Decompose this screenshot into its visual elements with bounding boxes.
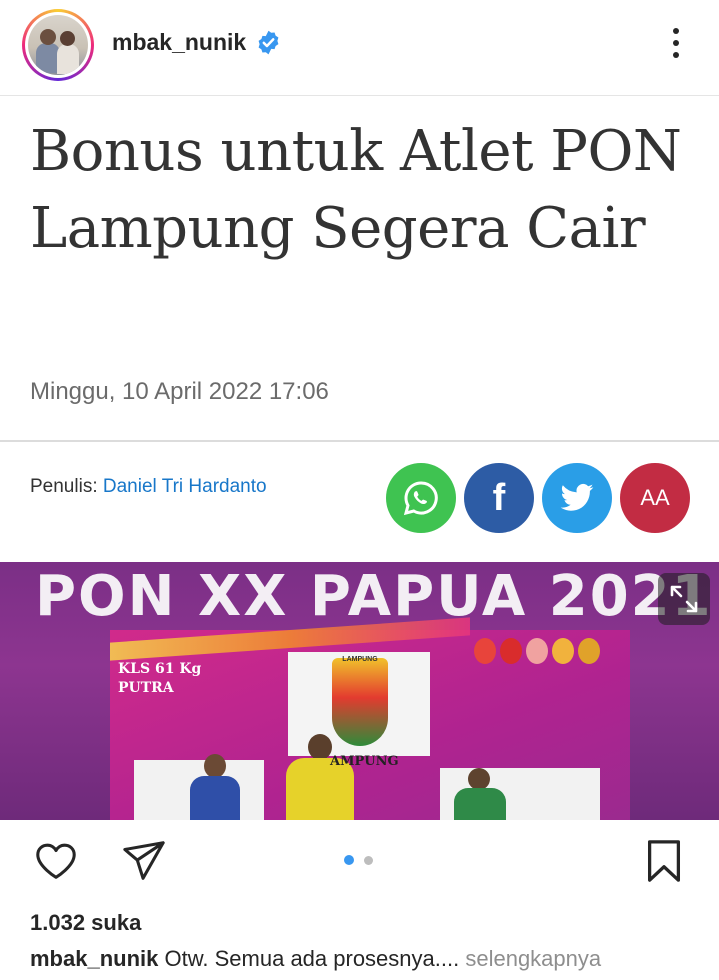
athlete-center: [282, 734, 358, 820]
twitter-icon: [560, 483, 594, 511]
caption-text: Otw. Semua ada prosesnya....: [164, 946, 460, 971]
facebook-icon: f: [492, 476, 506, 519]
carousel-dot-active: [344, 855, 354, 865]
caption-username[interactable]: mbak_nunik: [30, 946, 158, 971]
avatar-photo: [28, 15, 88, 75]
shield-label: LAMPUNG: [342, 656, 378, 663]
likes-count[interactable]: 1.032 suka: [30, 910, 141, 936]
font-size-button: AA: [620, 463, 690, 533]
font-size-icon: AA: [640, 485, 670, 510]
article-headline: Bonus untuk Atlet PON Lampung Segera Cai…: [30, 119, 682, 261]
twitter-share-button: [542, 463, 612, 533]
carousel-indicator: [344, 855, 376, 867]
athlete-left: [186, 754, 242, 820]
carousel-dot: [364, 856, 373, 865]
expand-button[interactable]: [658, 573, 710, 625]
article-date: Minggu, 10 April 2022 17:06: [30, 378, 329, 405]
article-divider: [0, 440, 719, 442]
verified-badge-icon: [258, 30, 279, 55]
photo-banner-text: PON XX PAPUA 2021: [35, 564, 713, 629]
more-vertical-icon[interactable]: [664, 24, 688, 68]
header-divider: [0, 95, 719, 96]
post-caption: mbak_nunik Otw. Semua ada prosesnya.... …: [30, 946, 601, 972]
podium-text: AMPUNG: [330, 754, 399, 769]
lampung-shield-logo: [332, 658, 388, 746]
sponsor-logos: [474, 638, 614, 670]
facebook-share-button: f: [464, 463, 534, 533]
expand-icon: [670, 585, 698, 613]
avatar[interactable]: [22, 9, 94, 81]
athlete-right: [452, 768, 508, 820]
post-header: mbak_nunik: [0, 0, 719, 92]
whatsapp-icon: [403, 481, 438, 516]
whatsapp-share-button: [386, 463, 456, 533]
username[interactable]: mbak_nunik: [112, 29, 246, 56]
author-label: Penulis:: [30, 476, 98, 497]
author-name: Daniel Tri Hardanto: [102, 476, 267, 497]
send-icon[interactable]: [121, 838, 167, 884]
class-sign: KLS 61 Kg PUTRA: [118, 661, 202, 696]
post-photo[interactable]: PON XX PAPUA 2021 KLS 61 Kg PUTRA LAMPUN…: [0, 562, 719, 820]
bookmark-icon[interactable]: [641, 838, 687, 884]
heart-icon[interactable]: [33, 838, 79, 884]
author-line: Penulis: Daniel Tri Hardanto: [30, 476, 267, 498]
caption-more-link[interactable]: selengkapnya: [465, 946, 601, 971]
